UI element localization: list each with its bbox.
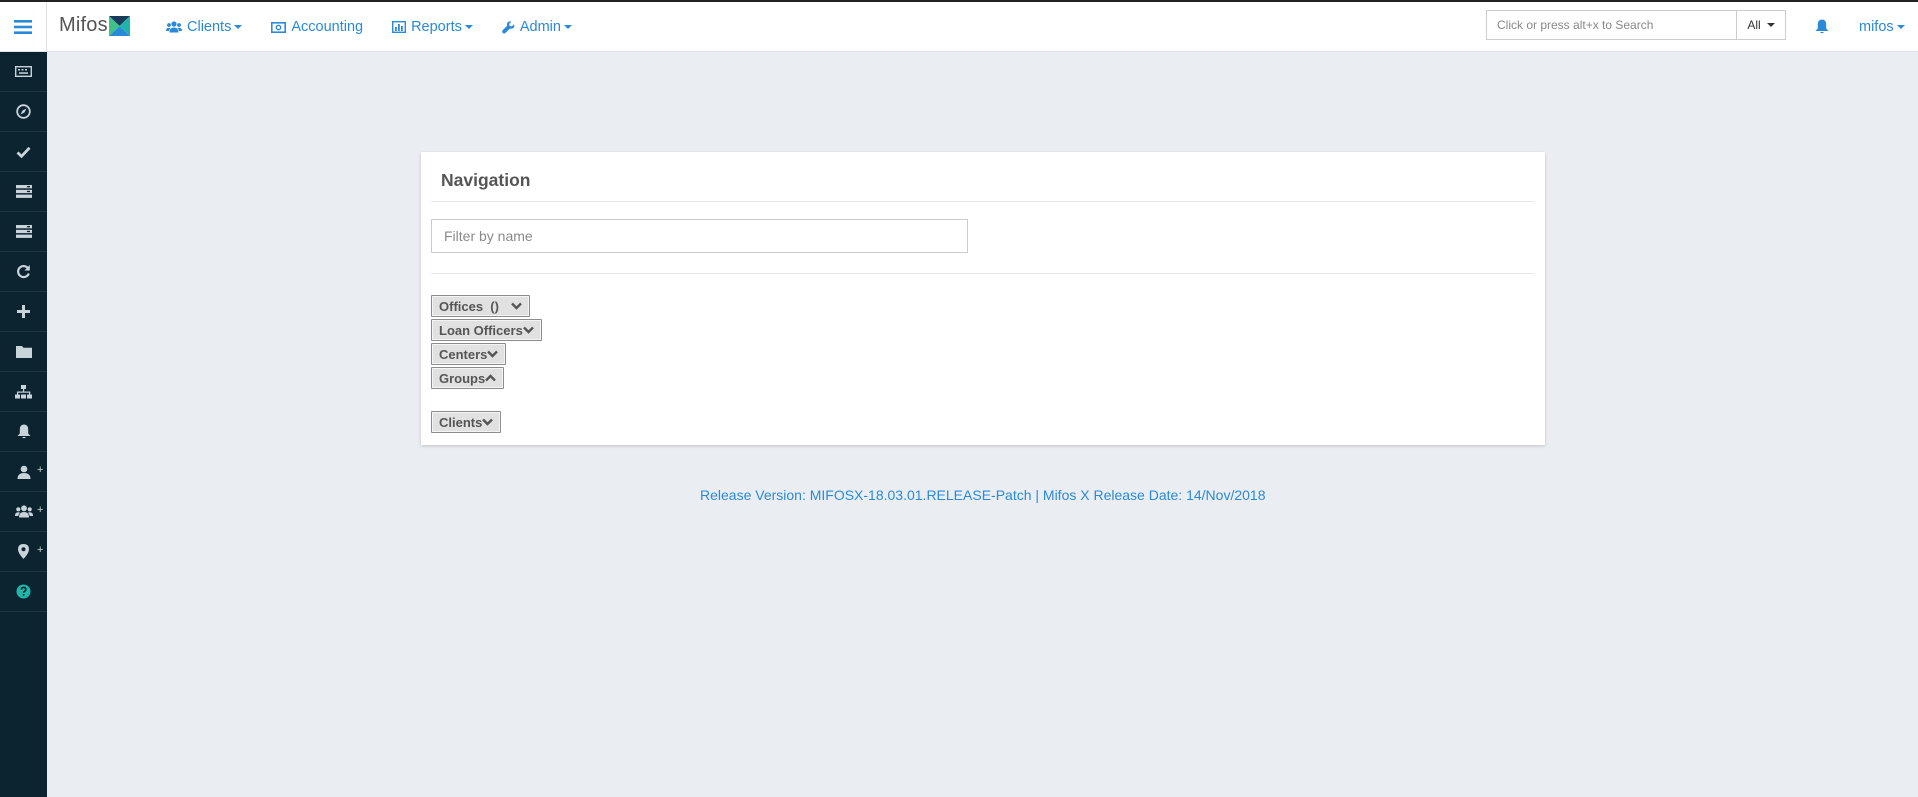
chevron-down-icon bbox=[487, 350, 499, 358]
nav-accounting-link[interactable]: Accounting bbox=[271, 19, 363, 35]
plus-icon bbox=[17, 305, 30, 318]
groups-button[interactable]: Groups bbox=[431, 367, 505, 389]
sidebar-item-add-center[interactable]: + bbox=[0, 532, 47, 572]
sidebar-item-checker[interactable] bbox=[0, 132, 47, 172]
plus-mark: + bbox=[37, 544, 44, 556]
sidebar-item-help[interactable] bbox=[0, 572, 47, 612]
centers-label: Centers bbox=[439, 346, 488, 362]
logo-text: Mifos bbox=[59, 14, 108, 36]
compass-icon bbox=[16, 104, 31, 119]
menu-toggle-button[interactable] bbox=[0, 2, 47, 52]
nav-reports-menu[interactable]: Reports bbox=[392, 19, 473, 35]
groups-label: Groups bbox=[439, 370, 486, 386]
group-add-icon bbox=[14, 505, 33, 518]
sidebar-item-create[interactable] bbox=[0, 292, 47, 332]
folder-icon bbox=[15, 346, 32, 358]
release-info: Release Version: MIFOSX-18.03.01.RELEASE… bbox=[700, 487, 1266, 503]
page-title: Navigation bbox=[441, 170, 531, 190]
sidebar-item-tasks-2[interactable] bbox=[0, 212, 47, 252]
main-nav: Clients Accounting Reports Admin bbox=[166, 2, 601, 52]
chevron-down-icon bbox=[563, 25, 572, 29]
nav-reports-label: Reports bbox=[411, 19, 462, 35]
sidebar-item-alerts[interactable] bbox=[0, 412, 47, 452]
users-icon bbox=[166, 21, 182, 33]
navigation-panel: Navigation Offices () Loan Officers Cent… bbox=[421, 152, 1545, 445]
chevron-down-icon bbox=[464, 25, 473, 29]
centers-button[interactable]: Centers bbox=[431, 343, 507, 365]
sidebar-item-folder[interactable] bbox=[0, 332, 47, 372]
bar-chart-icon bbox=[392, 21, 407, 33]
sidebar-item-add-client[interactable]: + bbox=[0, 452, 47, 492]
loan-officers-label: Loan Officers bbox=[439, 322, 523, 338]
sidebar-item-hierarchy[interactable] bbox=[0, 372, 47, 412]
sidebar-item-tasks-1[interactable] bbox=[0, 172, 47, 212]
sidebar-item-add-group[interactable]: + bbox=[0, 492, 47, 532]
bell-icon bbox=[17, 424, 30, 439]
user-add-icon bbox=[17, 465, 30, 479]
nav-admin-label: Admin bbox=[519, 19, 561, 35]
help-icon bbox=[16, 584, 31, 599]
server-icon bbox=[15, 185, 32, 198]
title-divider bbox=[431, 201, 1535, 202]
check-icon bbox=[16, 146, 31, 158]
user-name: mifos bbox=[1859, 19, 1894, 35]
search-input[interactable] bbox=[1486, 10, 1736, 40]
clients-button[interactable]: Clients bbox=[431, 411, 502, 433]
offices-button[interactable]: Offices () bbox=[431, 295, 530, 317]
offices-label: Offices () bbox=[439, 298, 499, 314]
plus-mark: + bbox=[37, 464, 44, 476]
sitemap-icon bbox=[15, 384, 32, 398]
global-search: All bbox=[1486, 10, 1786, 40]
refresh-icon bbox=[17, 265, 30, 279]
chevron-down-icon bbox=[482, 418, 494, 426]
plus-mark: + bbox=[37, 504, 44, 516]
bell-icon bbox=[1815, 19, 1829, 34]
user-menu[interactable]: mifos bbox=[1859, 19, 1905, 35]
map-marker-add-icon bbox=[18, 544, 29, 559]
chevron-down-icon bbox=[511, 302, 522, 310]
app-logo[interactable]: Mifos bbox=[59, 14, 130, 37]
mifos-x-logo-icon bbox=[108, 15, 130, 36]
sidebar-item-navigation[interactable] bbox=[0, 92, 47, 132]
nav-clients-menu[interactable]: Clients bbox=[166, 19, 243, 35]
chevron-down-icon bbox=[1896, 25, 1905, 29]
nav-clients-label: Clients bbox=[187, 19, 232, 35]
search-scope-value: All bbox=[1747, 18, 1761, 32]
wrench-icon bbox=[502, 20, 515, 34]
filter-divider bbox=[431, 273, 1535, 274]
chevron-down-icon bbox=[522, 326, 534, 334]
clients-label: Clients bbox=[439, 414, 483, 430]
nav-accounting-label: Accounting bbox=[291, 19, 364, 35]
hamburger-icon bbox=[14, 20, 32, 34]
loan-officers-button[interactable]: Loan Officers bbox=[431, 319, 542, 341]
sidebar-item-refresh[interactable] bbox=[0, 252, 47, 292]
filter-by-name-input[interactable] bbox=[431, 219, 968, 253]
money-icon bbox=[271, 21, 287, 33]
sidebar-item-keyboard-shortcuts[interactable] bbox=[0, 52, 47, 92]
chevron-down-icon bbox=[234, 25, 243, 29]
top-navbar: Mifos Clients Accounting Reports Admin C… bbox=[0, 2, 1918, 52]
keyboard-icon bbox=[15, 66, 32, 77]
sidebar: + + + bbox=[0, 52, 47, 797]
server-icon bbox=[15, 225, 32, 238]
chevron-up-icon bbox=[485, 374, 497, 382]
chevron-down-icon bbox=[1766, 23, 1775, 27]
search-scope-dropdown[interactable]: All bbox=[1736, 10, 1786, 40]
nav-admin-menu[interactable]: Admin bbox=[502, 19, 572, 35]
notifications-button[interactable] bbox=[1815, 19, 1829, 37]
